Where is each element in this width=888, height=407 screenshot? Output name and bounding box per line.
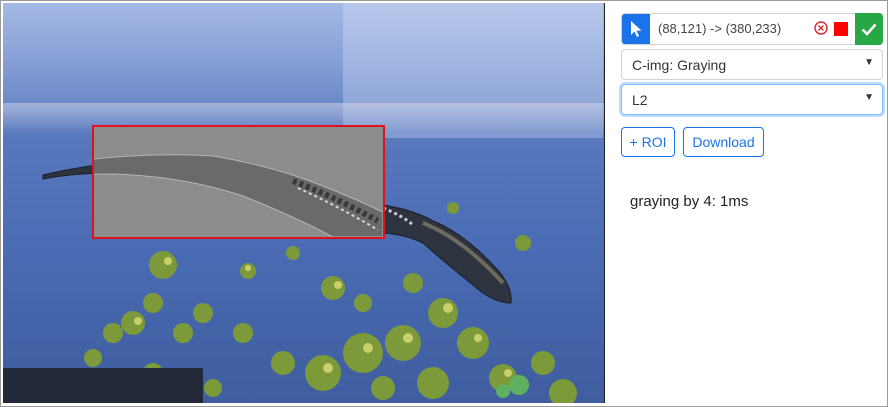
app-frame: (88,121) -> (380,233) C-img: Graying ▼ L…: [0, 0, 888, 407]
image-viewport[interactable]: [3, 3, 605, 403]
level-select[interactable]: L2 ▼: [621, 84, 883, 115]
level-select-value: L2: [632, 92, 648, 108]
control-panel: (88,121) -> (380,233) C-img: Graying ▼ L…: [605, 3, 887, 403]
check-icon: [861, 23, 877, 36]
add-roi-button[interactable]: + ROI: [621, 127, 675, 157]
confirm-button[interactable]: [855, 13, 883, 45]
chevron-down-icon: ▼: [864, 57, 874, 68]
cursor-icon: [631, 21, 642, 37]
chevron-down-icon: ▼: [864, 92, 874, 103]
status-message: graying by 4: 1ms: [630, 193, 749, 210]
roi-color-swatch[interactable]: [834, 22, 848, 36]
roi-rectangle[interactable]: [92, 125, 385, 239]
pointer-tool-button[interactable]: [622, 14, 650, 44]
roi-coordinates: (88,121) -> (380,233): [658, 21, 782, 36]
clear-icon[interactable]: [814, 21, 828, 35]
download-button[interactable]: Download: [683, 127, 764, 157]
filter-select-value: C-img: Graying: [632, 57, 727, 73]
filter-select[interactable]: C-img: Graying ▼: [621, 49, 883, 80]
roi-toolbar: (88,121) -> (380,233): [621, 13, 883, 45]
dark-shadow: [3, 368, 203, 403]
